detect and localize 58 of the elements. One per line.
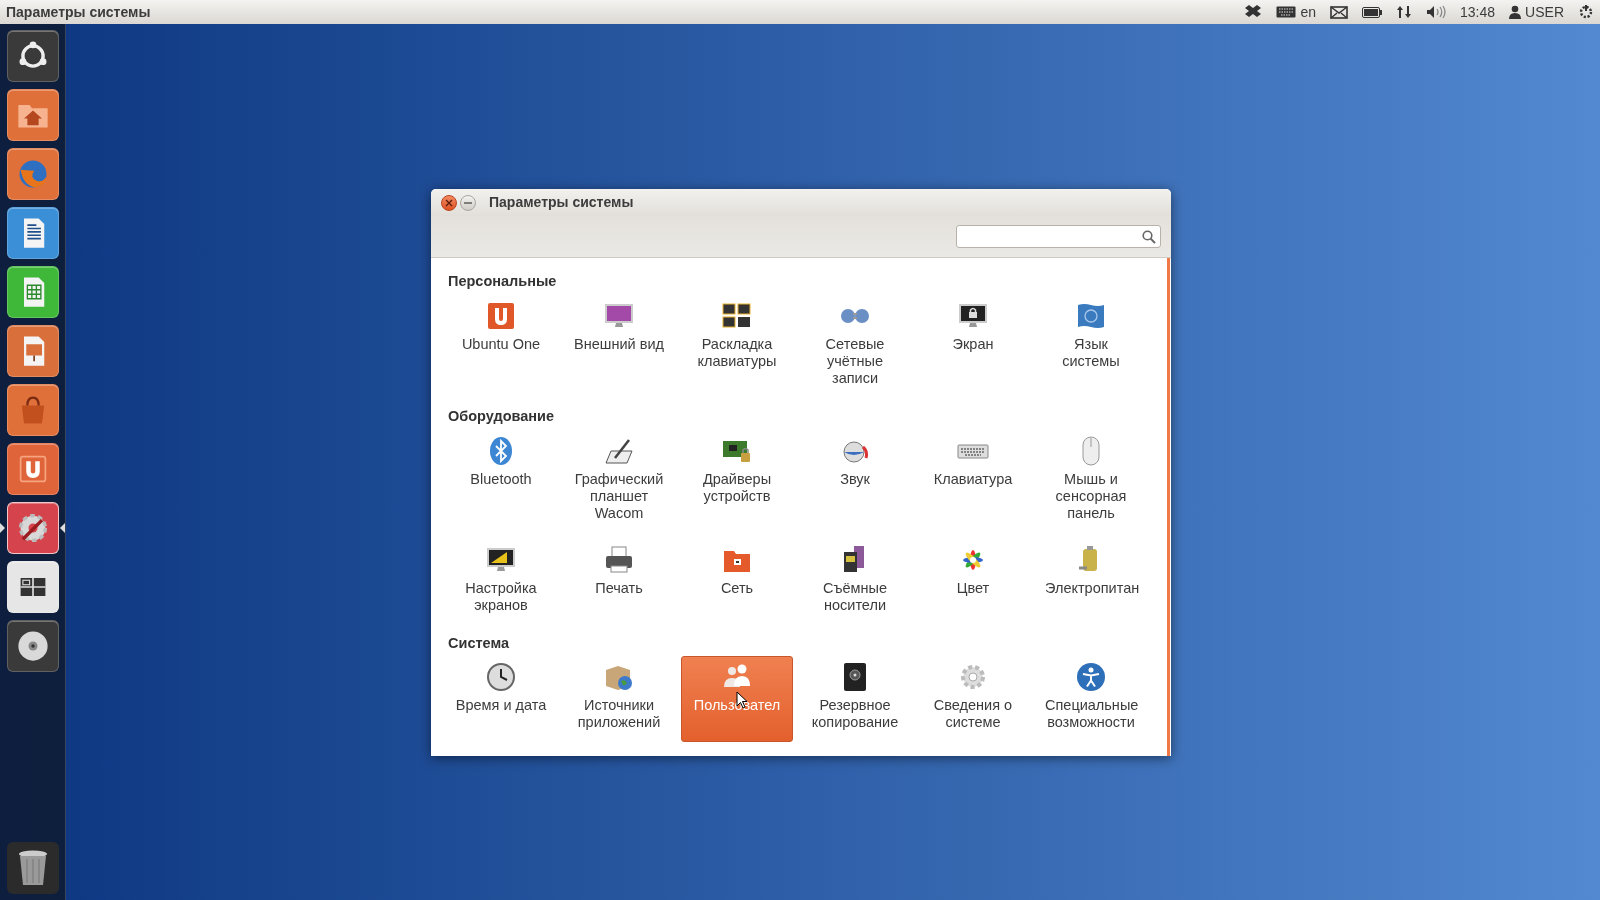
disc-launcher-icon[interactable] — [6, 620, 59, 672]
settings-panel-item[interactable]: Время и дата — [445, 656, 557, 743]
keyboard-layout-indicator[interactable]: en — [1300, 1, 1317, 23]
printer-icon — [603, 543, 635, 576]
settings-panel-item[interactable]: Раскладка клавиатуры — [681, 294, 793, 398]
network-arrows-icon[interactable] — [1396, 4, 1413, 20]
scrollbar[interactable] — [1167, 258, 1170, 757]
settings-panel-item[interactable]: Настройка экранов — [445, 538, 557, 625]
spreadsheet-launcher-icon[interactable] — [6, 266, 59, 318]
trash-launcher-icon[interactable] — [6, 842, 59, 894]
shopping-bag-launcher-icon[interactable] — [6, 384, 59, 436]
settings-panel-item[interactable]: Печать — [563, 538, 675, 625]
close-button[interactable] — [441, 194, 457, 211]
mail-icon[interactable] — [1330, 5, 1349, 19]
settings-panel-item[interactable]: Сведения о системе — [917, 656, 1029, 743]
settings-panel-item[interactable]: Язык системы — [1035, 294, 1147, 398]
settings-panel-item[interactable]: Мышь и сенсорная панель — [1035, 429, 1147, 533]
home-folder-launcher-icon[interactable] — [6, 89, 59, 141]
settings-panel-item[interactable]: Резервное копирование — [799, 656, 911, 743]
clock-icon — [485, 661, 517, 694]
section-heading: Система — [447, 633, 511, 653]
settings-panel-item[interactable]: Внешний вид — [563, 294, 675, 398]
settings-panel-item[interactable]: Экран — [917, 294, 1029, 398]
settings-panel-item[interactable]: Bluetooth — [445, 429, 557, 533]
battery-icon[interactable] — [1362, 6, 1383, 18]
settings-panel-item[interactable]: Клавиатура — [917, 429, 1029, 533]
user-name[interactable]: USER — [1525, 1, 1564, 23]
settings-panel-item[interactable]: Сетевые учётные записи — [799, 294, 911, 398]
search-icon — [1142, 229, 1156, 244]
gear-wrench-launcher-icon[interactable] — [6, 502, 59, 554]
person-icon[interactable] — [1509, 5, 1522, 19]
panel-title: Параметры системы — [6, 2, 151, 22]
settings-panel-item[interactable]: Цвет — [917, 538, 1029, 625]
presentation-launcher-icon[interactable] — [6, 325, 59, 377]
clock[interactable]: 13:48 — [1460, 1, 1496, 23]
speaker-icon[interactable] — [1426, 5, 1447, 19]
settings-panel-item[interactable]: Съёмные носители — [799, 538, 911, 625]
section-heading: Персональные — [447, 272, 558, 291]
settings-panel-item[interactable]: Электропитан — [1035, 538, 1147, 625]
search-field[interactable] — [956, 225, 1161, 248]
settings-panel-item[interactable]: Графический планшет Wacom — [563, 429, 675, 533]
settings-panel-item[interactable]: Специальные возможности — [1035, 656, 1147, 743]
section-heading: Оборудование — [447, 406, 556, 426]
workspaces-launcher-icon[interactable] — [6, 561, 59, 613]
power-gear-icon[interactable] — [1578, 4, 1594, 20]
accessibility-icon — [1075, 661, 1107, 694]
settings-panel-item[interactable]: Сеть — [681, 538, 793, 625]
settings-panel-item[interactable]: Звук — [799, 429, 911, 533]
window-title: Параметры системы — [489, 193, 634, 212]
settings-panel-item[interactable]: Источники приложений — [563, 656, 675, 743]
u-letter-launcher-icon[interactable] — [6, 443, 59, 495]
minimize-icon — [464, 201, 472, 204]
close-icon — [445, 198, 453, 207]
ubuntu-logo-launcher-icon[interactable] — [6, 30, 59, 82]
settings-panel-item[interactable]: Ubuntu One — [445, 294, 557, 398]
keyboard-icon[interactable] — [1276, 6, 1297, 18]
document-launcher-icon[interactable] — [6, 207, 59, 259]
settings-panel-item[interactable]: Драйверы устройств — [681, 429, 793, 533]
